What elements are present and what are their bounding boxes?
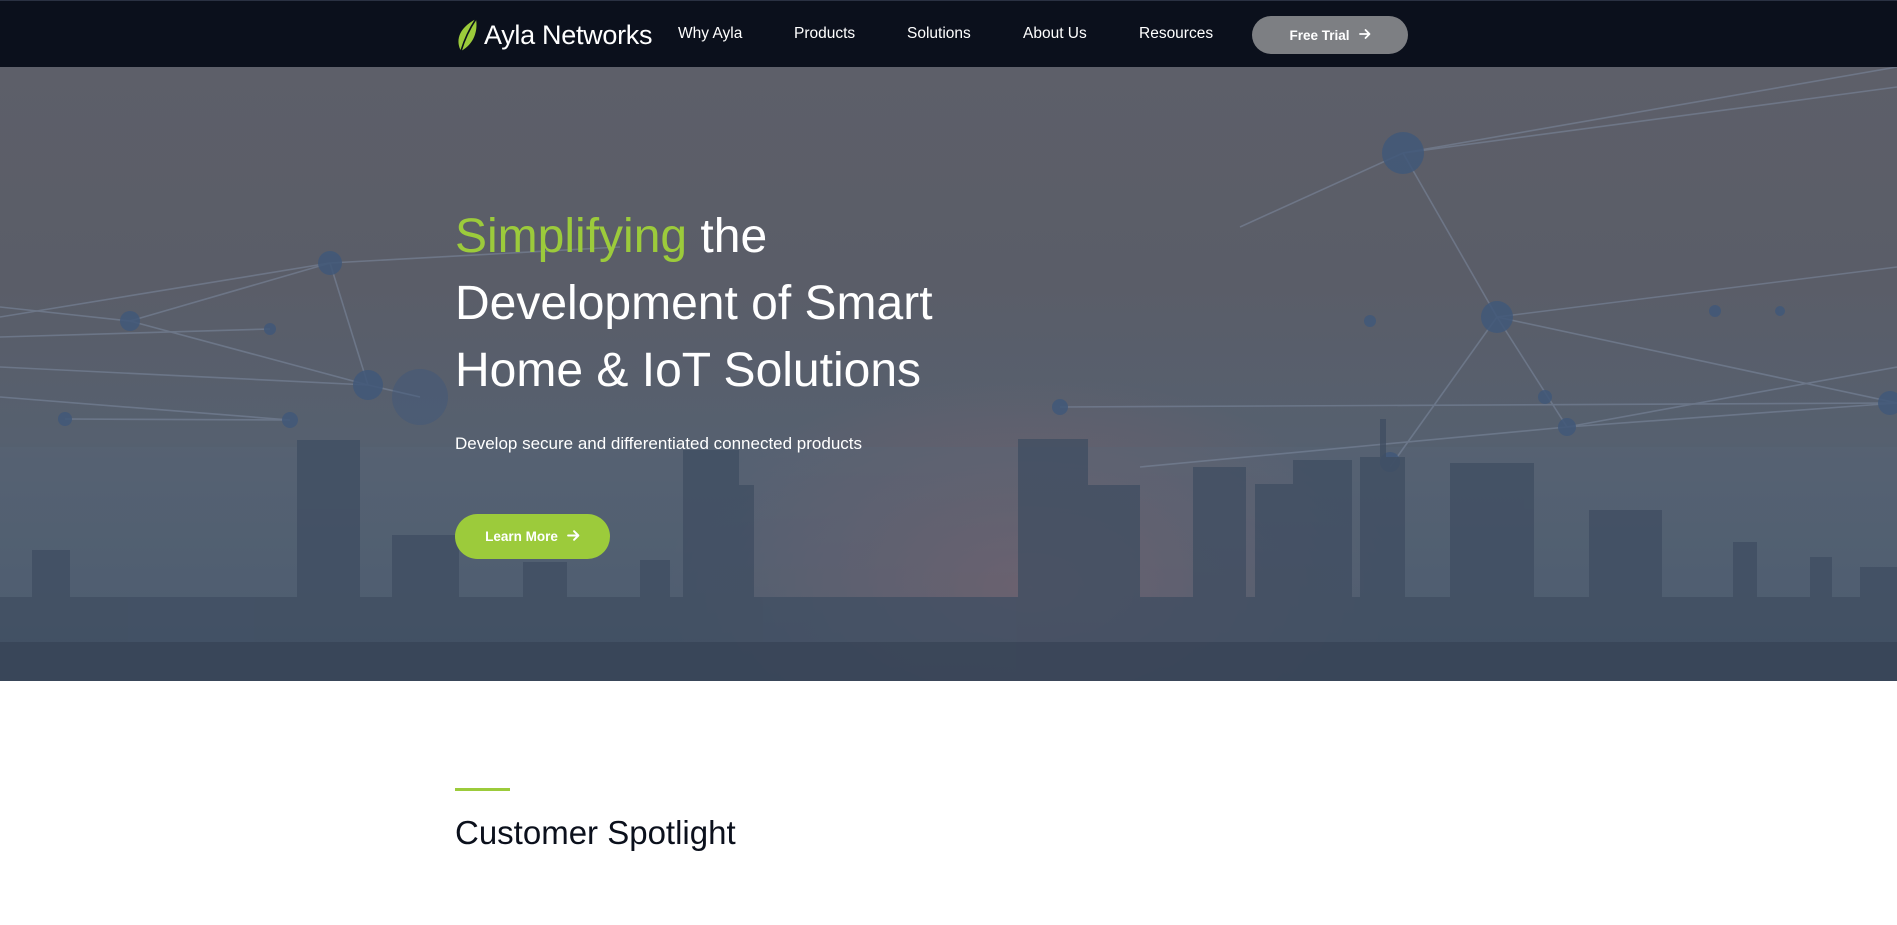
nav-item-about-us[interactable]: About Us [1023, 25, 1087, 43]
free-trial-label: Free Trial [1289, 27, 1350, 43]
top-navigation: Ayla Networks Why Ayla Products Solution… [0, 0, 1897, 67]
hero-section: Simplifying the Development of Smart Hom… [0, 67, 1897, 681]
section-accent-divider [455, 788, 510, 791]
arrow-right-icon [1358, 28, 1371, 43]
nav-item-solutions[interactable]: Solutions [907, 25, 971, 43]
leaf-icon [455, 18, 479, 52]
hero-title-accent: Simplifying [455, 210, 688, 263]
nav-item-products[interactable]: Products [794, 25, 855, 43]
arrow-right-icon [566, 529, 580, 545]
hero-title: Simplifying the Development of Smart Hom… [455, 203, 1015, 404]
hero-subtitle: Develop secure and differentiated connec… [455, 434, 863, 453]
brand-name: Ayla Networks [484, 19, 653, 50]
brand-logo-link[interactable]: Ayla Networks [455, 17, 652, 53]
learn-more-button[interactable]: Learn More [455, 514, 610, 559]
learn-more-label: Learn More [485, 529, 558, 544]
free-trial-button[interactable]: Free Trial [1252, 16, 1408, 54]
nav-item-why-ayla[interactable]: Why Ayla [678, 25, 742, 43]
section-title: Customer Spotlight [455, 814, 736, 851]
nav-item-resources[interactable]: Resources [1139, 25, 1213, 43]
